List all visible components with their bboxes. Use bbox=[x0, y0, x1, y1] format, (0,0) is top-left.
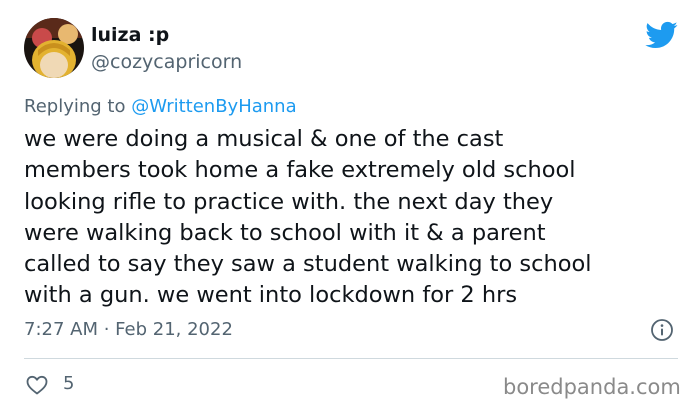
replying-to-handle[interactable]: @WrittenByHanna bbox=[131, 96, 296, 117]
tweet-line: with a gun. we went into lockdown for 2 … bbox=[24, 282, 518, 309]
timestamp[interactable]: 7:27 AM · Feb 21, 2022 bbox=[24, 318, 233, 342]
tweet-line: were walking back to school with it & a … bbox=[24, 219, 546, 246]
tweet-line: called to say they saw a student walking… bbox=[24, 251, 592, 278]
replying-to: Replying to @WrittenByHanna bbox=[24, 95, 297, 119]
like-count: 5 bbox=[63, 373, 75, 394]
info-icon[interactable] bbox=[650, 318, 674, 342]
display-name[interactable]: luiza :p bbox=[91, 23, 169, 47]
tweet-line: looking rifle to practice with. the next… bbox=[24, 188, 554, 215]
tweet-line: members took home a fake extremely old s… bbox=[24, 157, 576, 184]
twitter-bird-icon bbox=[644, 18, 678, 52]
replying-to-prefix: Replying to bbox=[24, 96, 132, 117]
avatar[interactable] bbox=[24, 18, 84, 78]
tweet-line: we were doing a musical & one of the cas… bbox=[24, 126, 504, 152]
tweet-text: we were doing a musical & one of the cas… bbox=[24, 124, 684, 312]
user-handle[interactable]: @cozycapricorn bbox=[91, 50, 242, 74]
heart-icon[interactable] bbox=[25, 373, 49, 397]
divider bbox=[24, 358, 678, 359]
watermark: boredpanda.com bbox=[503, 375, 681, 399]
